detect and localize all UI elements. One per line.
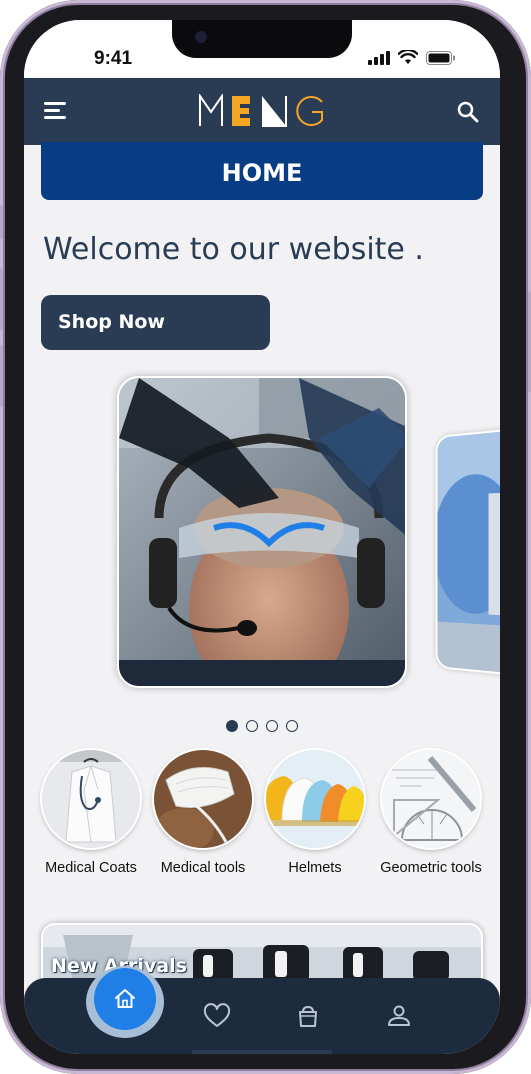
welcome-heading: Welcome to our website . (43, 232, 424, 267)
profile-icon[interactable] (385, 1002, 413, 1030)
menu-icon (44, 102, 66, 105)
silent-switch (0, 205, 3, 239)
phone-frame: 9:41 HOME Welcome to our website . Shop … (0, 0, 531, 1074)
category-label: Helmets (264, 860, 366, 876)
home-banner: HOME (41, 142, 483, 200)
category-helmets[interactable]: Helmets (264, 750, 366, 876)
carousel-dot-2[interactable] (246, 720, 258, 732)
menu-button[interactable] (44, 100, 68, 122)
status-bar: 9:41 (24, 20, 500, 78)
notch (172, 20, 352, 58)
lab-technician-image (437, 430, 500, 677)
worker-safety-goggles-image (119, 378, 407, 688)
front-camera (195, 31, 207, 43)
battery-icon (426, 51, 456, 65)
signal-icon (368, 51, 390, 65)
nav-home-button[interactable] (94, 968, 156, 1030)
medical-coats-image (42, 750, 140, 848)
cart-icon[interactable] (294, 1002, 322, 1030)
home-icon (113, 987, 137, 1011)
carousel-dot-1[interactable] (226, 720, 238, 732)
wifi-icon (398, 50, 418, 65)
helmets-image (266, 750, 364, 848)
heart-icon[interactable] (203, 1002, 231, 1030)
carousel-dot-4[interactable] (286, 720, 298, 732)
search-icon[interactable] (456, 100, 480, 124)
volume-down-button (0, 345, 3, 407)
category-label: Geometric tools (380, 860, 482, 876)
medical-tools-image (154, 750, 252, 848)
category-medical-coats[interactable]: Medical Coats (40, 750, 142, 876)
volume-up-button (0, 268, 3, 330)
carousel-pagination (226, 720, 298, 732)
geometric-tools-image (382, 750, 480, 848)
shop-now-button[interactable]: Shop Now (41, 295, 270, 350)
category-label: Medical Coats (40, 860, 142, 876)
category-geometric-tools[interactable]: Geometric tools (380, 750, 482, 876)
menu-icon-line (44, 116, 66, 119)
carousel-dot-3[interactable] (266, 720, 278, 732)
meng-logo (198, 94, 326, 128)
home-indicator (192, 1050, 332, 1054)
status-time: 9:41 (94, 48, 132, 70)
status-icons (368, 50, 456, 65)
menu-icon-line (44, 109, 60, 112)
app-bar (24, 78, 500, 145)
screen: 9:41 HOME Welcome to our website . Shop … (24, 20, 500, 1054)
carousel-slide-main[interactable] (117, 376, 407, 688)
carousel-slide-next[interactable] (436, 428, 500, 677)
category-medical-tools[interactable]: Medical tools (152, 750, 254, 876)
category-label: Medical tools (152, 860, 254, 876)
